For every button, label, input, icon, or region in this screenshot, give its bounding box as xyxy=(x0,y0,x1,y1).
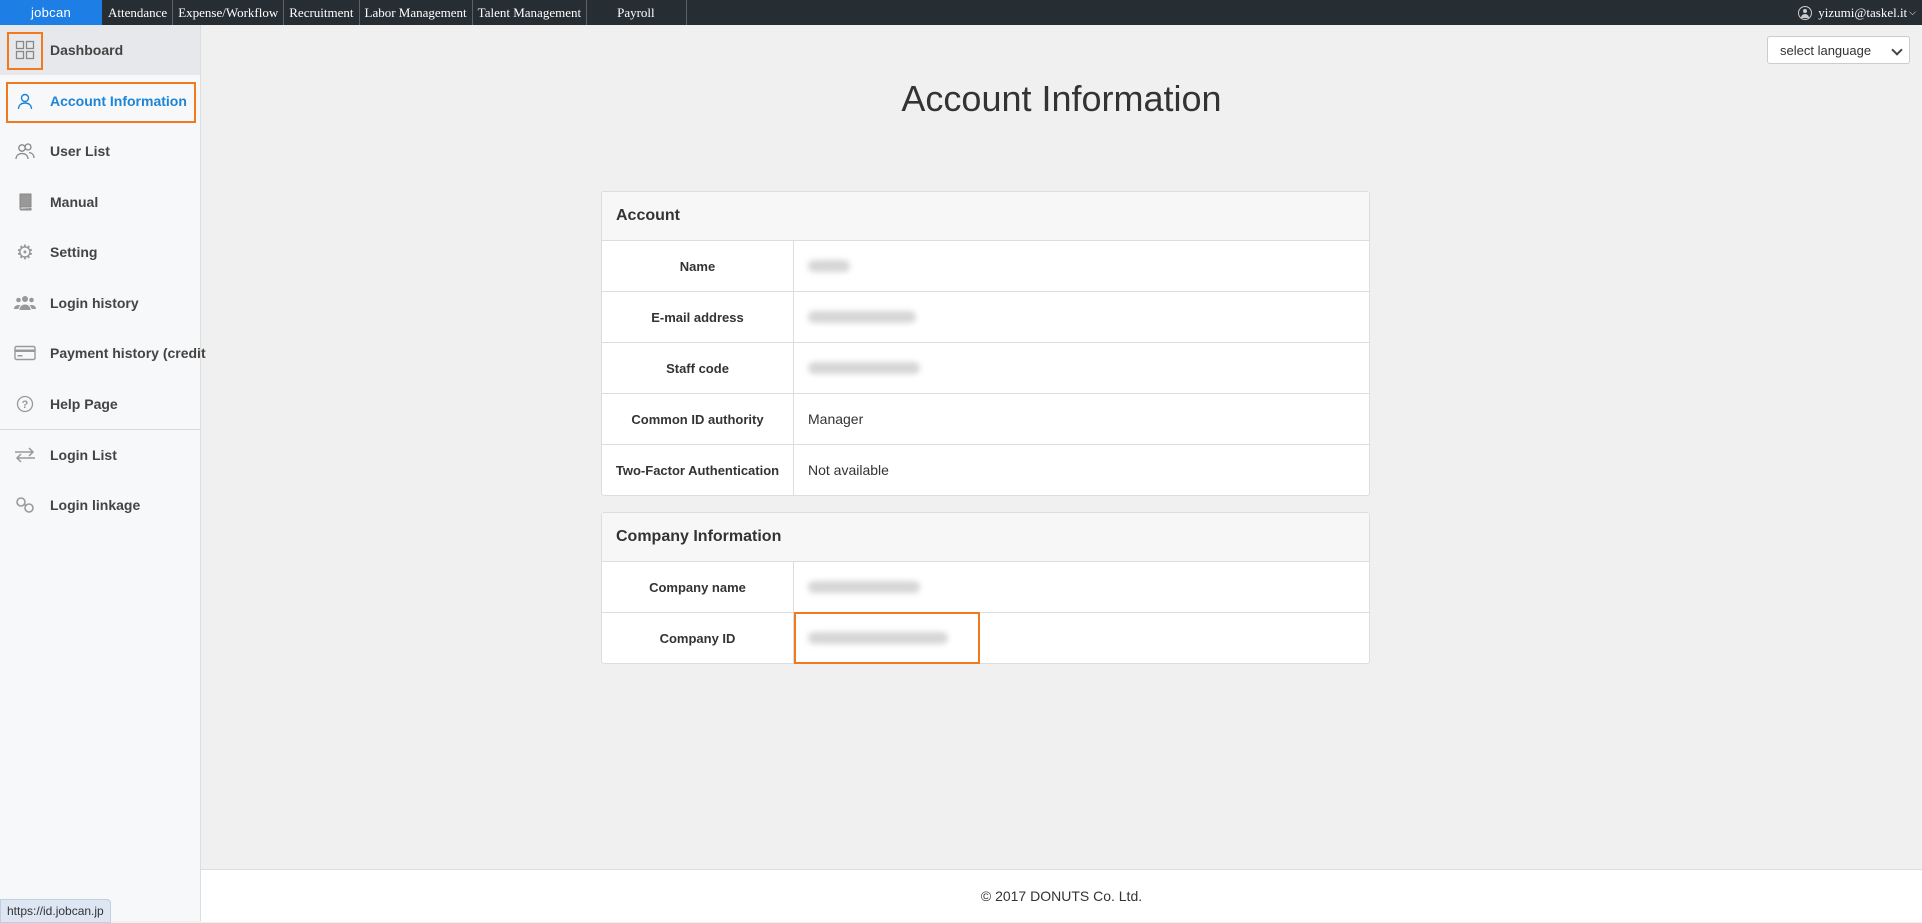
row-label: Two-Factor Authentication xyxy=(602,445,794,495)
table-row: Staff code xyxy=(602,343,1369,394)
help-icon: ? xyxy=(14,393,36,415)
users-icon xyxy=(14,140,36,162)
copyright-text: © 2017 DONUTS Co. Ltd. xyxy=(980,888,1143,904)
sidebar-item-label: Setting xyxy=(50,244,98,260)
user-menu[interactable]: yizumi@taskel.it ⌵ xyxy=(1798,0,1922,25)
top-nav: Attendance Expense/Workflow Recruitment … xyxy=(102,0,687,25)
sidebar-item-label: Login List xyxy=(50,447,117,463)
sidebar-item-label: Login history xyxy=(50,295,139,311)
two-factor-value: Not available xyxy=(808,462,889,478)
nav-talent-management[interactable]: Talent Management xyxy=(473,0,588,25)
credit-card-icon xyxy=(14,342,36,364)
common-id-authority-value: Manager xyxy=(808,411,864,427)
sidebar-item-dashboard[interactable]: Dashboard xyxy=(0,25,200,75)
company-id-value xyxy=(794,613,1369,663)
sidebar-item-label: Account Information xyxy=(50,93,187,109)
sidebar-item-setting[interactable]: ⚙ Setting xyxy=(0,227,200,277)
company-panel: Company Information Company name Company… xyxy=(601,512,1370,664)
sidebar-item-manual[interactable]: Manual xyxy=(0,177,200,227)
user-icon xyxy=(14,90,36,112)
sidebar-item-login-history[interactable]: Login history xyxy=(0,278,200,328)
sidebar-item-user-list[interactable]: User List xyxy=(0,126,200,176)
page-title: Account Information xyxy=(901,78,1222,119)
table-row: Company name xyxy=(602,562,1369,613)
grid-icon xyxy=(14,39,36,61)
row-label: Staff code xyxy=(602,343,794,393)
sidebar-item-label: User List xyxy=(50,143,110,159)
jobcan-logo[interactable]: jobcan xyxy=(0,0,102,25)
sidebar-item-account-information[interactable]: Account Information xyxy=(0,76,200,126)
sidebar: Dashboard Account Information User List … xyxy=(0,25,206,921)
language-select-value: select language xyxy=(1780,42,1872,58)
group-icon xyxy=(14,292,36,314)
table-row: Two-Factor Authentication Not available xyxy=(602,445,1369,495)
chevron-down-icon xyxy=(1891,44,1903,56)
language-select[interactable]: select language xyxy=(1767,36,1910,64)
sidebar-item-label: Login linkage xyxy=(50,497,141,513)
sidebar-item-help-page[interactable]: ? Help Page xyxy=(0,379,200,429)
book-icon xyxy=(14,191,36,213)
row-label: Common ID authority xyxy=(602,394,794,444)
company-name-value xyxy=(794,562,1369,612)
staff-code-value xyxy=(794,343,1369,393)
row-label: Company ID xyxy=(602,613,794,663)
name-value xyxy=(794,241,1369,291)
gear-icon: ⚙ xyxy=(16,241,34,264)
row-label: E-mail address xyxy=(602,292,794,342)
nav-payroll[interactable]: Payroll xyxy=(587,0,687,25)
user-avatar-icon xyxy=(1798,5,1813,20)
sidebar-item-label: Payment history (credit xyxy=(50,345,206,361)
nav-recruitment[interactable]: Recruitment xyxy=(284,0,360,25)
sidebar-item-login-list[interactable]: Login List xyxy=(0,430,200,480)
svg-text:?: ? xyxy=(22,399,29,411)
table-row: Company ID xyxy=(602,613,1369,663)
footer: © 2017 DONUTS Co. Ltd. xyxy=(201,869,1922,922)
sidebar-item-label: Help Page xyxy=(50,396,118,412)
swap-icon xyxy=(14,444,36,466)
nav-attendance[interactable]: Attendance xyxy=(102,0,174,25)
sidebar-item-login-linkage[interactable]: Login linkage xyxy=(0,480,200,530)
row-label: Name xyxy=(602,241,794,291)
sidebar-item-payment-history[interactable]: Payment history (credit xyxy=(0,328,206,378)
account-panel-title: Account xyxy=(602,192,1369,241)
account-panel: Account Name E-mail address Staff code C… xyxy=(601,191,1370,496)
nav-expense-workflow[interactable]: Expense/Workflow xyxy=(173,0,285,25)
top-bar: jobcan Attendance Expense/Workflow Recru… xyxy=(0,0,1922,25)
sidebar-item-label: Manual xyxy=(50,194,99,210)
status-bar-url: https://id.jobcan.jp xyxy=(0,899,111,923)
company-panel-title: Company Information xyxy=(602,513,1369,562)
user-email: yizumi@taskel.it xyxy=(1818,4,1908,20)
nav-labor-management[interactable]: Labor Management xyxy=(360,0,473,25)
table-row: Name xyxy=(602,241,1369,292)
row-label: Company name xyxy=(602,562,794,612)
sidebar-item-label: Dashboard xyxy=(50,42,124,58)
table-row: Common ID authority Manager xyxy=(602,394,1369,445)
chevron-down-icon: ⌵ xyxy=(1909,7,1916,17)
email-value xyxy=(794,292,1369,342)
link-icon xyxy=(14,494,36,516)
table-row: E-mail address xyxy=(602,292,1369,343)
